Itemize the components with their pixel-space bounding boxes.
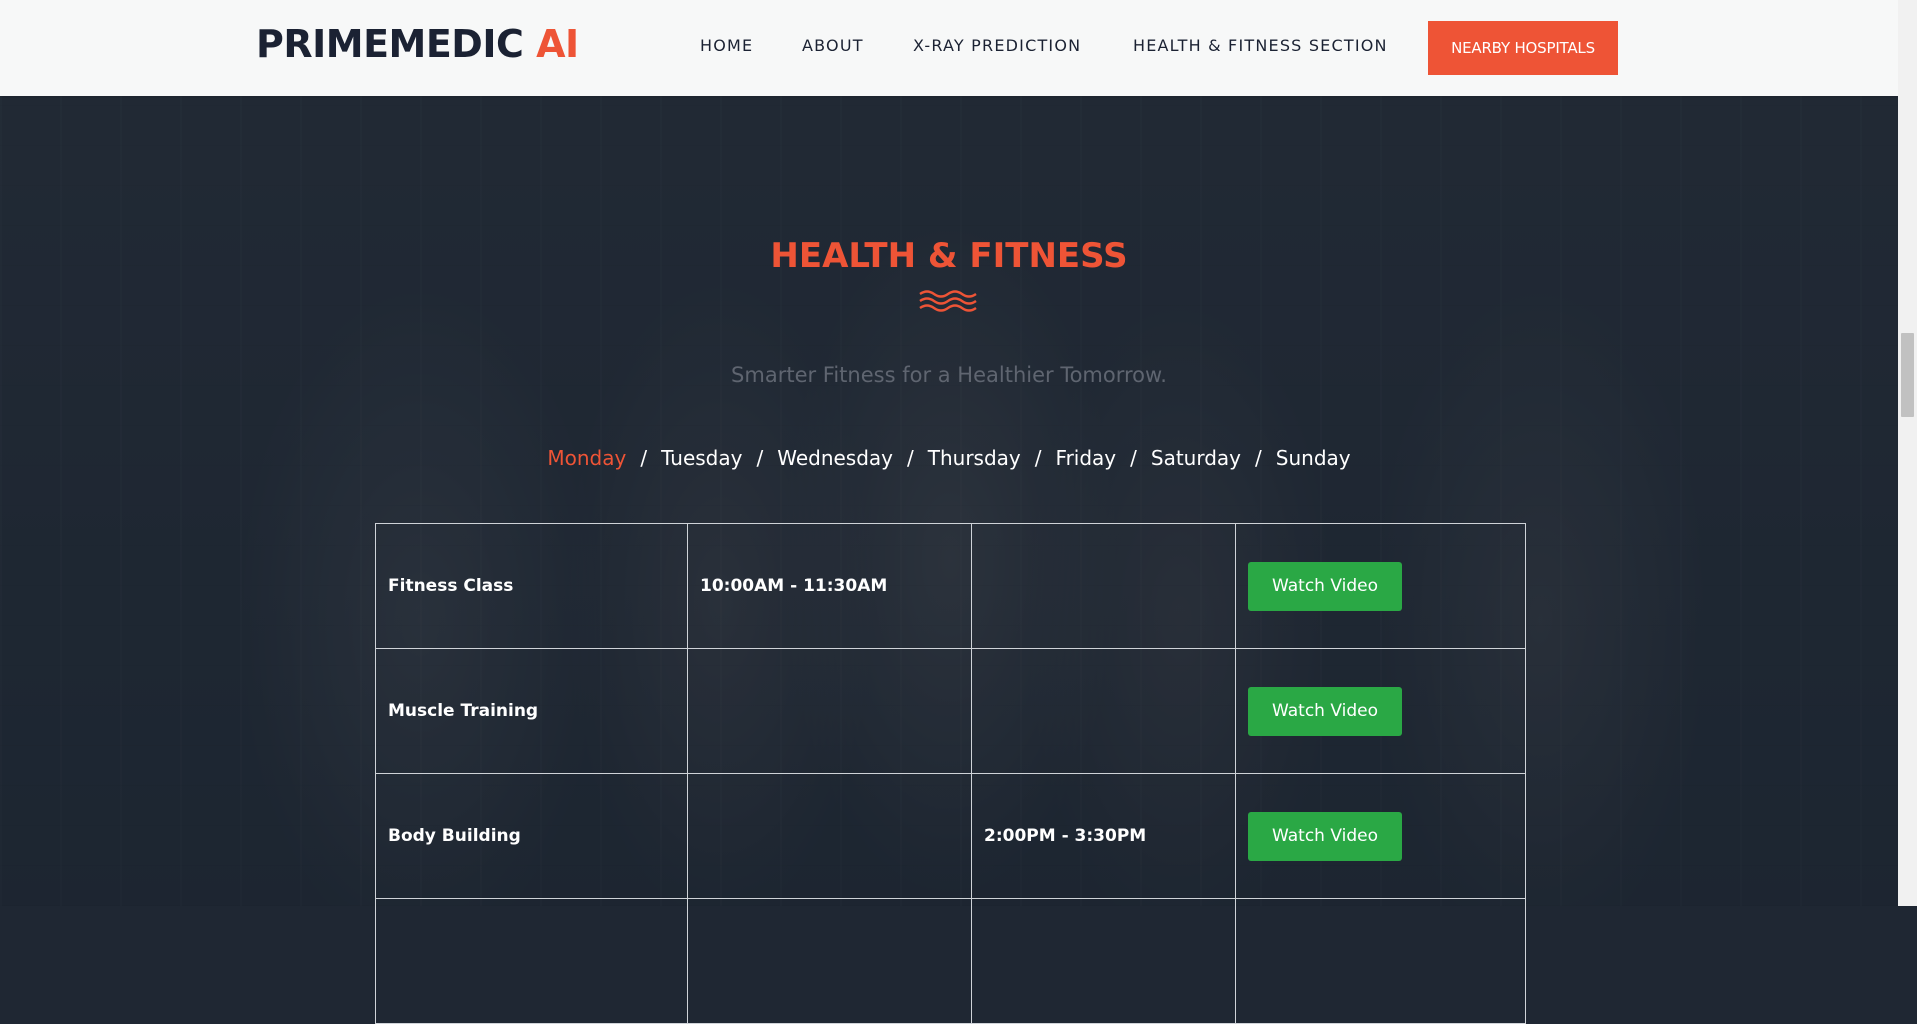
day-separator: / [640,446,648,470]
page-scrollbar[interactable] [1898,0,1917,906]
nav-health-fitness[interactable]: HEALTH & FITNESS SECTION [1133,36,1388,55]
watch-video-button[interactable]: Watch Video [1248,811,1402,861]
tab-saturday[interactable]: Saturday [1151,446,1241,470]
class-time: 10:00AM - 11:30AM [687,523,972,649]
day-tabs: Monday / Tuesday / Wednesday / Thursday / Friday… [0,446,1898,470]
section-title: HEALTH & FITNESS [770,236,1128,276]
waves-icon [919,290,977,312]
scrollbar-thumb[interactable] [1901,333,1914,417]
day-separator: / [1034,446,1042,470]
tab-tuesday[interactable]: Tuesday [661,446,742,470]
watch-video-button[interactable]: Watch Video [1248,686,1402,736]
tab-friday[interactable]: Friday [1056,446,1117,470]
day-separator: / [1130,446,1137,470]
class-time [687,773,972,899]
nearby-hospitals-button[interactable]: NEARBY HOSPITALS [1428,21,1618,75]
table-cell [375,898,688,1024]
table-row [375,898,1526,1024]
tab-sunday[interactable]: Sunday [1276,446,1351,470]
class-time [971,523,1236,649]
table-cell [687,898,972,1024]
table-row: Fitness Class 10:00AM - 11:30AM Watch Vi… [375,523,1526,649]
schedule-table: Fitness Class 10:00AM - 11:30AM Watch Vi… [375,523,1526,1024]
table-row: Muscle Training Watch Video [375,648,1526,774]
tab-monday[interactable]: Monday [547,446,626,470]
day-separator: / [1255,446,1262,470]
nav-xray-prediction[interactable]: X-RAY PREDICTION [913,36,1081,55]
action-cell: Watch Video [1235,773,1526,899]
tab-thursday[interactable]: Thursday [928,446,1021,470]
action-cell: Watch Video [1235,648,1526,774]
site-header: PRIMEMEDIC AI HOME ABOUT X-RAY PREDICTIO… [0,0,1898,96]
class-name: Fitness Class [375,523,688,649]
table-cell [971,898,1236,1024]
action-cell: Watch Video [1235,523,1526,649]
class-time [687,648,972,774]
tab-wednesday[interactable]: Wednesday [777,446,893,470]
class-name: Muscle Training [375,648,688,774]
class-name: Body Building [375,773,688,899]
logo[interactable]: PRIMEMEDIC AI [256,22,579,66]
nav-about[interactable]: ABOUT [802,36,864,55]
class-time: 2:00PM - 3:30PM [971,773,1236,899]
nav-home[interactable]: HOME [700,36,753,55]
watch-video-button[interactable]: Watch Video [1248,561,1402,611]
day-separator: / [907,446,914,470]
day-separator: / [756,446,764,470]
logo-accent: AI [536,22,579,66]
class-time [971,648,1236,774]
logo-text: PRIMEMEDIC [256,22,524,66]
table-row: Body Building 2:00PM - 3:30PM Watch Vide… [375,773,1526,899]
table-cell [1235,898,1526,1024]
section-subtitle: Smarter Fitness for a Healthier Tomorrow… [731,363,1167,387]
